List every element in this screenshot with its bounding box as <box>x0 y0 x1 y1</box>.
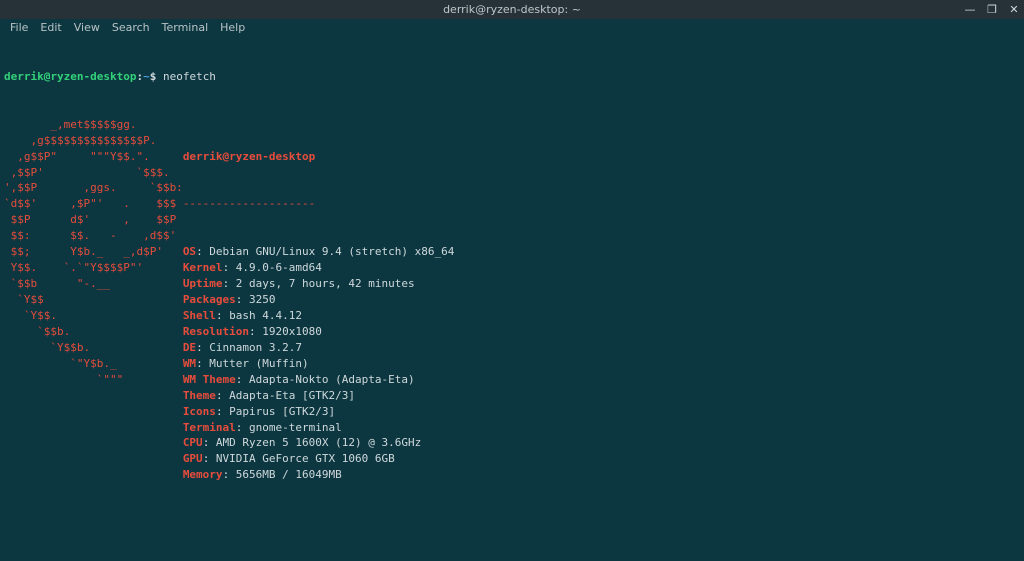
ascii-art: _,met$$$$$gg. ,g$$$$$$$$$$$$$$$P. ,g$$P"… <box>4 117 183 561</box>
menu-file[interactable]: File <box>4 20 34 36</box>
info-line: Shell: bash 4.4.12 <box>183 308 455 324</box>
neofetch-header: derrik@ryzen-desktop <box>183 149 455 165</box>
menubar: File Edit View Search Terminal Help <box>0 19 1024 37</box>
prompt-line-1: derrik@ryzen-desktop:~$ neofetch <box>4 69 1020 85</box>
info-value: : Debian GNU/Linux 9.4 (stretch) x86_64 <box>196 245 454 258</box>
prompt-user: derrik@ryzen-desktop <box>4 70 136 83</box>
menu-view[interactable]: View <box>68 20 106 36</box>
info-value: : bash 4.4.12 <box>216 309 302 322</box>
info-value: : Cinnamon 3.2.7 <box>196 341 302 354</box>
info-value: : NVIDIA GeForce GTX 1060 6GB <box>203 452 395 465</box>
menu-edit[interactable]: Edit <box>34 20 67 36</box>
info-key: WM <box>183 357 196 370</box>
info-line: DE: Cinnamon 3.2.7 <box>183 340 455 356</box>
info-value: : 2 days, 7 hours, 42 minutes <box>223 277 415 290</box>
neofetch-output: _,met$$$$$gg. ,g$$$$$$$$$$$$$$$P. ,g$$P"… <box>4 117 1020 561</box>
titlebar: derrik@ryzen-desktop: ~ — ❐ ✕ <box>0 0 1024 19</box>
window-title: derrik@ryzen-desktop: ~ <box>0 2 1024 18</box>
info-line: Packages: 3250 <box>183 292 455 308</box>
maximize-button[interactable]: ❐ <box>986 2 998 18</box>
info-line: OS: Debian GNU/Linux 9.4 (stretch) x86_6… <box>183 244 455 260</box>
info-line: Terminal: gnome-terminal <box>183 420 455 436</box>
prompt-end: $ <box>150 70 157 83</box>
info-line: Theme: Adapta-Eta [GTK2/3] <box>183 388 455 404</box>
info-value: : gnome-terminal <box>236 421 342 434</box>
info-key: Shell <box>183 309 216 322</box>
info-key: OS <box>183 245 196 258</box>
menu-terminal[interactable]: Terminal <box>156 20 215 36</box>
command-text: neofetch <box>163 70 216 83</box>
info-value: : 1920x1080 <box>249 325 322 338</box>
info-key: Theme <box>183 389 216 402</box>
info-value: : 4.9.0-6-amd64 <box>223 261 322 274</box>
neofetch-dashes: -------------------- <box>183 196 455 212</box>
info-key: DE <box>183 341 196 354</box>
menu-search[interactable]: Search <box>106 20 156 36</box>
info-line: Memory: 5656MB / 16049MB <box>183 467 455 483</box>
info-value: : 3250 <box>236 293 276 306</box>
info-key: GPU <box>183 452 203 465</box>
info-value: : 5656MB / 16049MB <box>223 468 342 481</box>
info-key: WM Theme <box>183 373 236 386</box>
menu-help[interactable]: Help <box>214 20 251 36</box>
window-controls: — ❐ ✕ <box>964 0 1020 19</box>
info-key: Memory <box>183 468 223 481</box>
prompt-path: ~ <box>143 70 150 83</box>
info-value: : AMD Ryzen 5 1600X (12) @ 3.6GHz <box>203 436 422 449</box>
info-line: Resolution: 1920x1080 <box>183 324 455 340</box>
info-key: Terminal <box>183 421 236 434</box>
info-key: Packages <box>183 293 236 306</box>
terminal-area[interactable]: derrik@ryzen-desktop:~$ neofetch _,met$$… <box>0 37 1024 561</box>
info-value: : Papirus [GTK2/3] <box>216 405 335 418</box>
info-key: Uptime <box>183 277 223 290</box>
minimize-button[interactable]: — <box>964 2 976 18</box>
info-key: Resolution <box>183 325 249 338</box>
info-key: Icons <box>183 405 216 418</box>
info-line: WM Theme: Adapta-Nokto (Adapta-Eta) <box>183 372 455 388</box>
info-value: : Mutter (Muffin) <box>196 357 309 370</box>
info-line: GPU: NVIDIA GeForce GTX 1060 6GB <box>183 451 455 467</box>
info-line: Uptime: 2 days, 7 hours, 42 minutes <box>183 276 455 292</box>
info-key: Kernel <box>183 261 223 274</box>
info-line: Kernel: 4.9.0-6-amd64 <box>183 260 455 276</box>
info-key: CPU <box>183 436 203 449</box>
info-line: Icons: Papirus [GTK2/3] <box>183 404 455 420</box>
info-line: WM: Mutter (Muffin) <box>183 356 455 372</box>
info-line: CPU: AMD Ryzen 5 1600X (12) @ 3.6GHz <box>183 435 455 451</box>
info-column: derrik@ryzen-desktop -------------------… <box>183 117 455 561</box>
info-value: : Adapta-Eta [GTK2/3] <box>216 389 355 402</box>
info-value: : Adapta-Nokto (Adapta-Eta) <box>236 373 415 386</box>
close-button[interactable]: ✕ <box>1008 2 1020 18</box>
